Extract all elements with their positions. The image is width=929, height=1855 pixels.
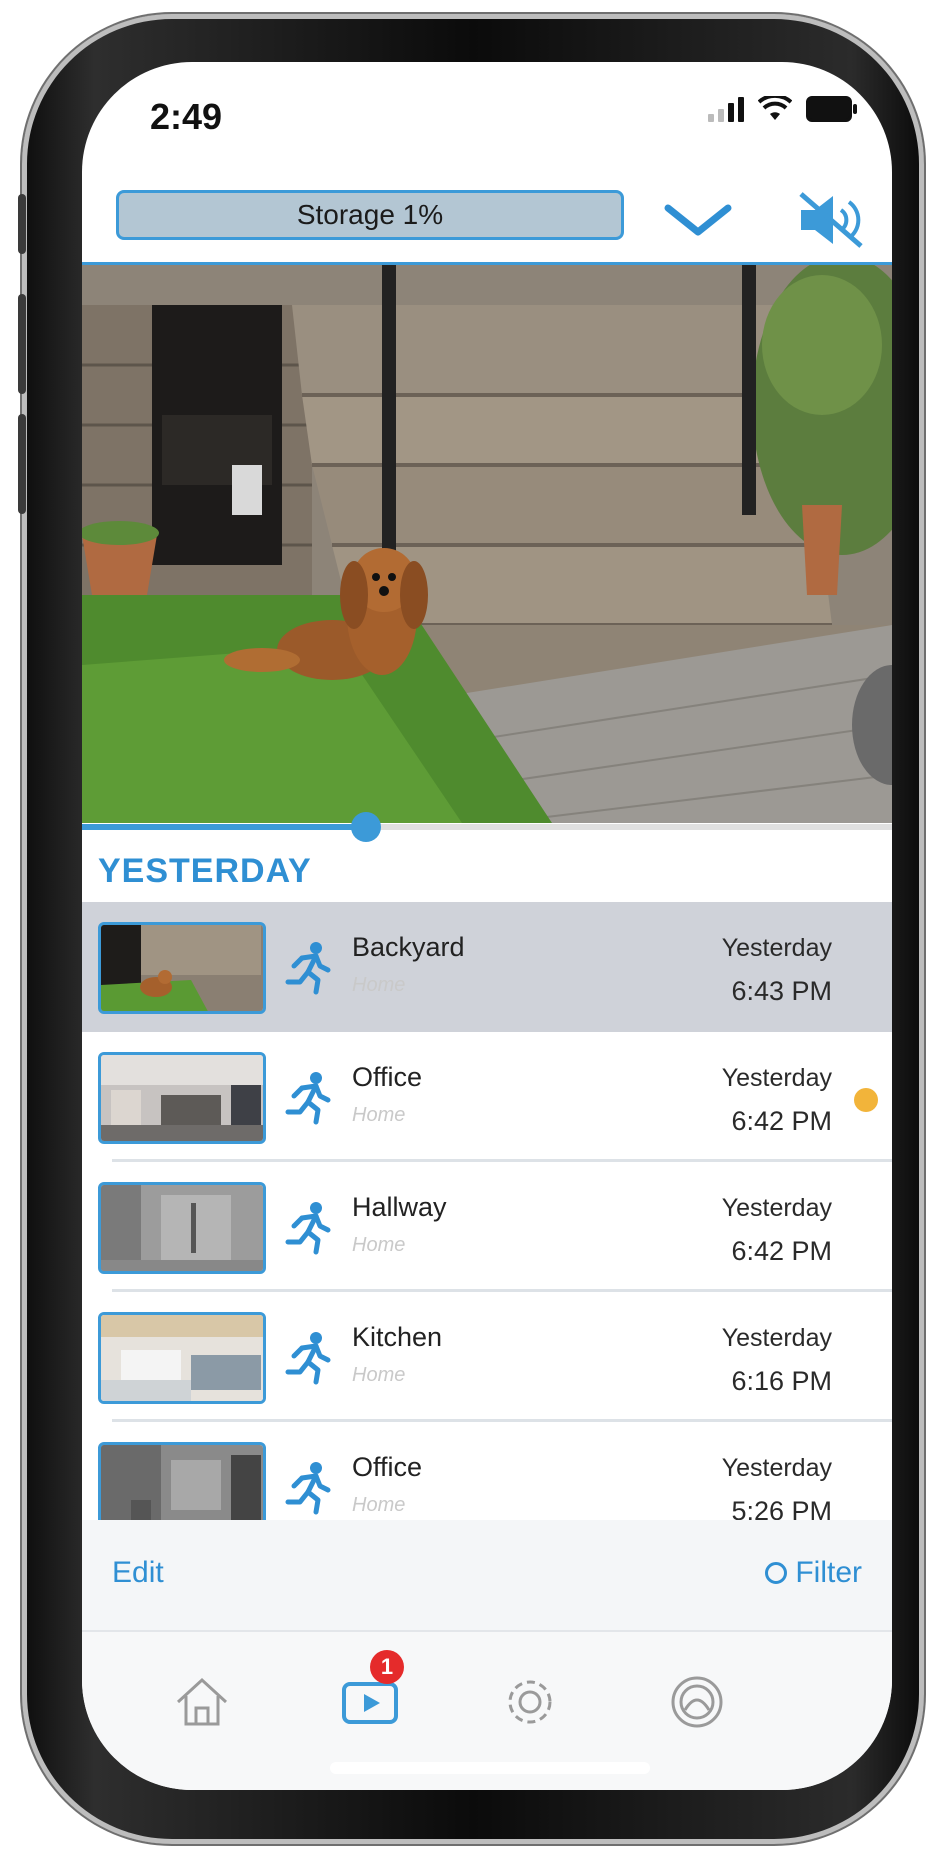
event-time: 6:16 PM <box>731 1366 832 1396</box>
event-date: Yesterday <box>721 1064 832 1092</box>
event-date: Yesterday <box>721 1324 832 1352</box>
event-time: 6:42 PM <box>731 1106 832 1136</box>
wifi-icon <box>758 96 792 120</box>
gear-icon[interactable] <box>500 1672 560 1732</box>
profile-icon[interactable] <box>667 1672 727 1732</box>
event-time: 5:26 PM <box>731 1496 832 1522</box>
status-icons <box>708 96 857 122</box>
speaker-muted-icon[interactable] <box>797 190 867 250</box>
event-list[interactable]: Backyard Home Yesterday 6:43 PM Office Home Ye… <box>82 902 892 1522</box>
tab-events[interactable]: 1 <box>340 1650 404 1732</box>
event-thumbnail[interactable] <box>98 1052 266 1144</box>
home-icon[interactable] <box>172 1672 232 1732</box>
volume-up-button <box>18 294 26 394</box>
volume-down-button <box>18 414 26 514</box>
event-row[interactable]: Hallway Home Yesterday 6:42 PM <box>82 1162 892 1292</box>
event-thumbnail[interactable] <box>98 1442 266 1522</box>
event-camera-name: Backyard <box>352 932 465 962</box>
event-location: Home <box>352 974 406 996</box>
event-time: 6:42 PM <box>731 1236 832 1266</box>
home-indicator <box>330 1762 650 1774</box>
motion-running-icon <box>280 1070 336 1126</box>
event-location: Home <box>352 1104 406 1126</box>
filter-button[interactable]: Filter <box>765 1556 862 1590</box>
app-screen: 2:49 Storage 1% YESTERDAY Backyard Home … <box>82 62 892 1790</box>
notification-badge: 1 <box>370 1650 404 1684</box>
unread-indicator <box>854 1088 878 1112</box>
status-time: 2:49 <box>150 96 223 137</box>
filter-label: Filter <box>795 1556 862 1589</box>
signal-icon <box>708 96 744 122</box>
event-row[interactable]: Kitchen Home Yesterday 6:16 PM <box>82 1292 892 1422</box>
event-time: 6:43 PM <box>731 976 832 1006</box>
motion-running-icon <box>280 1460 336 1516</box>
video-player[interactable] <box>82 265 892 823</box>
mute-switch <box>18 194 26 254</box>
event-date: Yesterday <box>721 1194 832 1222</box>
motion-running-icon <box>280 1200 336 1256</box>
event-row[interactable]: Backyard Home Yesterday 6:43 PM <box>82 902 892 1032</box>
event-location: Home <box>352 1494 406 1516</box>
event-thumbnail[interactable] <box>98 1312 266 1404</box>
list-toolbar: Edit Filter <box>82 1520 892 1632</box>
motion-running-icon <box>280 1330 336 1386</box>
motion-running-icon <box>280 940 336 996</box>
event-camera-name: Office <box>352 1452 423 1482</box>
playback-progress-fill <box>82 824 366 830</box>
event-location: Home <box>352 1364 406 1386</box>
event-date: Yesterday <box>721 934 832 962</box>
battery-icon <box>806 96 857 122</box>
event-thumbnail[interactable] <box>98 922 266 1014</box>
playback-scrubber-handle[interactable] <box>350 812 381 842</box>
event-camera-name: Hallway <box>352 1192 447 1222</box>
section-title: YESTERDAY <box>98 852 312 890</box>
playback-progress[interactable] <box>82 812 892 842</box>
edit-button[interactable]: Edit <box>112 1556 164 1590</box>
event-date: Yesterday <box>721 1454 832 1482</box>
filter-circle-icon <box>765 1562 788 1584</box>
event-camera-name: Kitchen <box>352 1322 443 1352</box>
storage-indicator: Storage 1% <box>116 190 624 240</box>
chevron-down-icon[interactable] <box>662 200 734 240</box>
event-location: Home <box>352 1234 406 1256</box>
event-row[interactable]: Office Home Yesterday 5:26 PM <box>82 1422 892 1522</box>
event-camera-name: Office <box>352 1062 423 1092</box>
event-row[interactable]: Office Home Yesterday 6:42 PM <box>82 1032 892 1162</box>
event-thumbnail[interactable] <box>98 1182 266 1274</box>
